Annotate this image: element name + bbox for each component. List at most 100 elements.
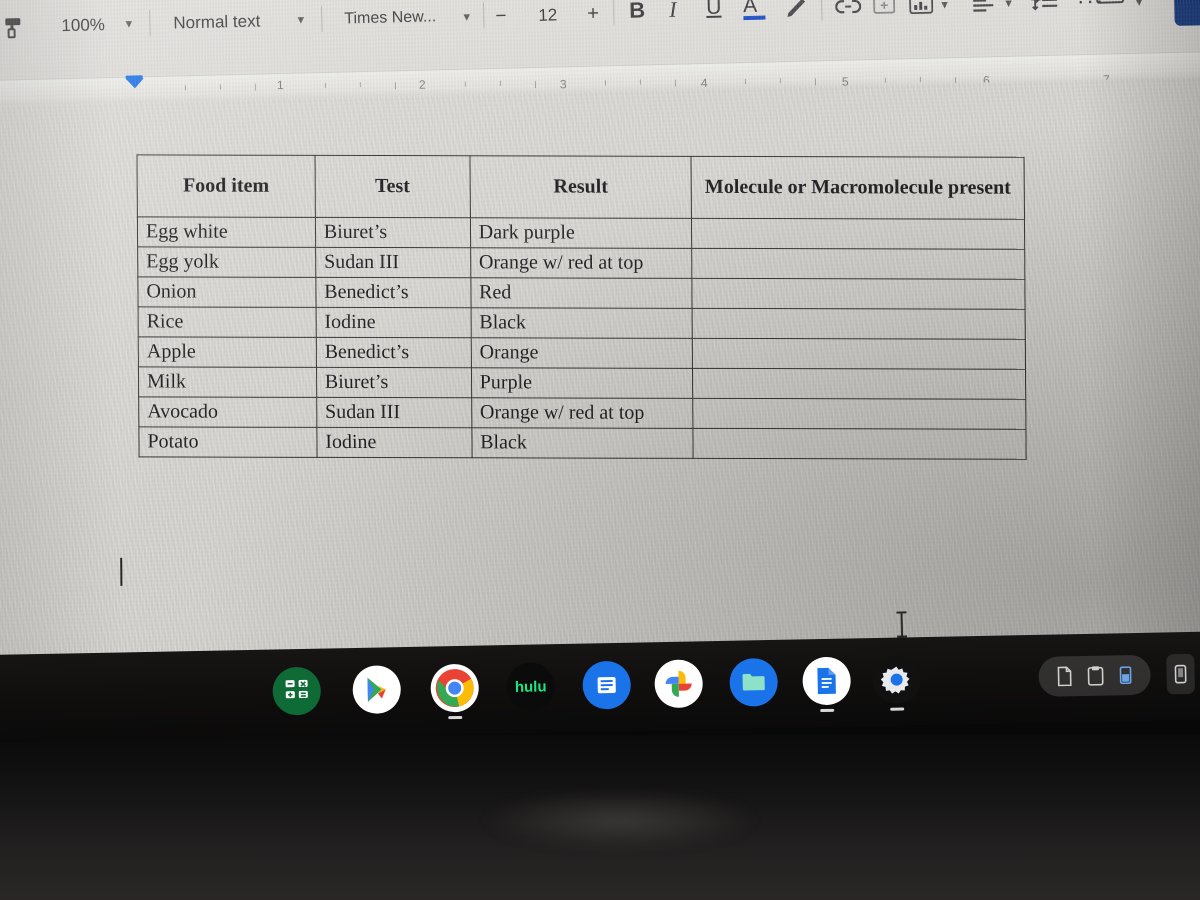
line-spacing-icon[interactable] (1031, 0, 1060, 17)
cell-molecule[interactable] (692, 278, 1026, 310)
cell-molecule[interactable] (692, 308, 1026, 340)
lab-results-table[interactable]: Food item Test Result Molecule or Macrom… (136, 154, 1027, 460)
table-row[interactable]: Egg white Biuret’s Dark purple (137, 216, 1025, 250)
status-tray-pill[interactable] (1038, 654, 1151, 697)
cell-result[interactable]: Dark purple (470, 217, 693, 249)
font-family-select[interactable]: Times New... (344, 8, 436, 28)
document-page[interactable]: Food item Test Result Molecule or Macrom… (0, 76, 1200, 666)
calculator-app-icon[interactable] (272, 666, 322, 716)
cell-result[interactable]: Orange w/ red at top (471, 397, 694, 429)
ruler-tick-1: 1 (276, 77, 284, 93)
files-app-icon[interactable] (729, 657, 779, 707)
cell-food-item[interactable]: Avocado (138, 396, 317, 428)
underline-button[interactable]: U (706, 0, 722, 20)
play-store-app-icon[interactable] (352, 665, 402, 715)
table-row[interactable]: Rice Iodine Black (138, 306, 1026, 340)
cell-result[interactable]: Black (471, 427, 694, 459)
cell-test[interactable]: Sudan III (315, 247, 471, 278)
status-tray[interactable] (1038, 653, 1195, 697)
cell-food-item[interactable]: Milk (138, 366, 317, 398)
keep-app-icon[interactable] (582, 660, 632, 710)
cell-molecule[interactable] (692, 248, 1025, 280)
table-row[interactable]: Milk Biuret’s Purple (138, 366, 1026, 400)
cell-test[interactable]: Benedict’s (315, 277, 471, 308)
table-body: Egg white Biuret’s Dark purple Egg yolk … (137, 216, 1027, 460)
cell-result[interactable]: Orange (470, 337, 693, 369)
text-color-button[interactable]: A (742, 0, 766, 21)
hulu-label: hulu (514, 677, 547, 696)
zoom-chevron-down-icon[interactable]: ▼ (123, 18, 134, 30)
phone-hub-button[interactable] (1166, 653, 1195, 695)
cell-molecule[interactable] (692, 338, 1026, 370)
font-chevron-down-icon[interactable]: ▼ (461, 11, 472, 23)
table-row[interactable]: Avocado Sudan III Orange w/ red at top (138, 396, 1026, 430)
cell-test[interactable]: Biuret’s (315, 217, 471, 248)
table-header-row: Food item Test Result Molecule or Macrom… (136, 154, 1025, 220)
docs-running-indicator (820, 708, 835, 713)
image-chevron-down-icon[interactable]: ▼ (939, 0, 950, 11)
photos-app-icon[interactable] (654, 659, 704, 709)
cell-test[interactable]: Biuret’s (316, 367, 472, 398)
highlight-pen-icon[interactable] (783, 0, 808, 26)
zoom-level[interactable]: 100% (61, 15, 105, 36)
table-row[interactable]: Onion Benedict’s Red (137, 276, 1026, 310)
column-header-result: Result (469, 155, 692, 219)
cell-food-item[interactable]: Onion (137, 276, 316, 308)
cell-test[interactable]: Iodine (315, 307, 471, 338)
settings-running-indicator (890, 707, 905, 711)
first-line-indent-marker[interactable] (125, 78, 144, 89)
cell-result[interactable]: Black (470, 307, 693, 339)
cell-result[interactable]: Red (470, 277, 693, 309)
hulu-app-icon[interactable]: hulu (506, 662, 556, 712)
insert-image-icon[interactable] (909, 0, 934, 20)
cell-result[interactable]: Purple (471, 367, 694, 399)
table-row[interactable]: Apple Benedict’s Orange (138, 336, 1026, 370)
align-left-icon[interactable] (971, 0, 998, 19)
toolbar-divider-4 (612, 0, 615, 26)
battery-icon (1119, 666, 1132, 685)
style-chevron-down-icon[interactable]: ▼ (295, 14, 306, 26)
cell-molecule[interactable] (692, 368, 1026, 400)
cell-result[interactable]: Orange w/ red at top (470, 247, 693, 279)
cell-food-item[interactable]: Potato (138, 426, 317, 458)
decrease-font-size-button[interactable]: − (495, 6, 507, 28)
table-row[interactable]: Egg yolk Sudan III Orange w/ red at top (137, 246, 1025, 280)
cell-molecule[interactable] (693, 398, 1026, 430)
chrome-running-indicator (448, 715, 463, 720)
cell-food-item[interactable]: Apple (138, 336, 317, 368)
bold-button[interactable]: B (629, 0, 645, 24)
ruler-tick-2: 2 (418, 77, 426, 92)
add-comment-icon[interactable] (873, 0, 896, 21)
cell-food-item[interactable]: Egg white (137, 216, 316, 248)
left-indent-marker[interactable] (125, 75, 143, 80)
cell-test[interactable]: Iodine (316, 427, 472, 458)
ruler-tick-3: 3 (559, 77, 567, 92)
text-color-letter: A (742, 0, 758, 18)
background-glow (480, 790, 760, 850)
file-status-icon (1057, 666, 1072, 687)
insert-link-icon[interactable] (835, 0, 862, 21)
cell-test[interactable]: Benedict’s (316, 337, 472, 368)
column-header-food-item: Food item (136, 154, 316, 218)
paragraph-style-select[interactable]: Normal text (173, 11, 260, 33)
settings-app-icon[interactable] (872, 655, 922, 705)
docs-app-icon[interactable] (802, 656, 852, 706)
increase-font-size-button[interactable]: + (587, 2, 599, 25)
more-options-icon[interactable]: ··· (1077, 0, 1106, 14)
align-chevron-down-icon[interactable]: ▼ (1003, 0, 1014, 10)
paint-format-icon[interactable] (1, 15, 26, 45)
table-row[interactable]: Potato Iodine Black (138, 426, 1027, 460)
italic-button[interactable]: I (669, 0, 677, 23)
column-header-test: Test (314, 155, 471, 218)
chrome-app-icon[interactable] (430, 663, 480, 713)
mouse-ibeam-pointer (896, 611, 907, 637)
cell-molecule[interactable] (693, 428, 1027, 460)
text-cursor (120, 557, 123, 586)
cell-molecule[interactable] (691, 218, 1025, 250)
toolbar-divider-2 (321, 5, 323, 33)
font-size-input[interactable]: 12 (538, 5, 557, 25)
toolbar-divider-5 (820, 0, 823, 21)
cell-test[interactable]: Sudan III (316, 397, 472, 428)
cell-food-item[interactable]: Egg yolk (137, 246, 316, 278)
cell-food-item[interactable]: Rice (138, 306, 317, 338)
